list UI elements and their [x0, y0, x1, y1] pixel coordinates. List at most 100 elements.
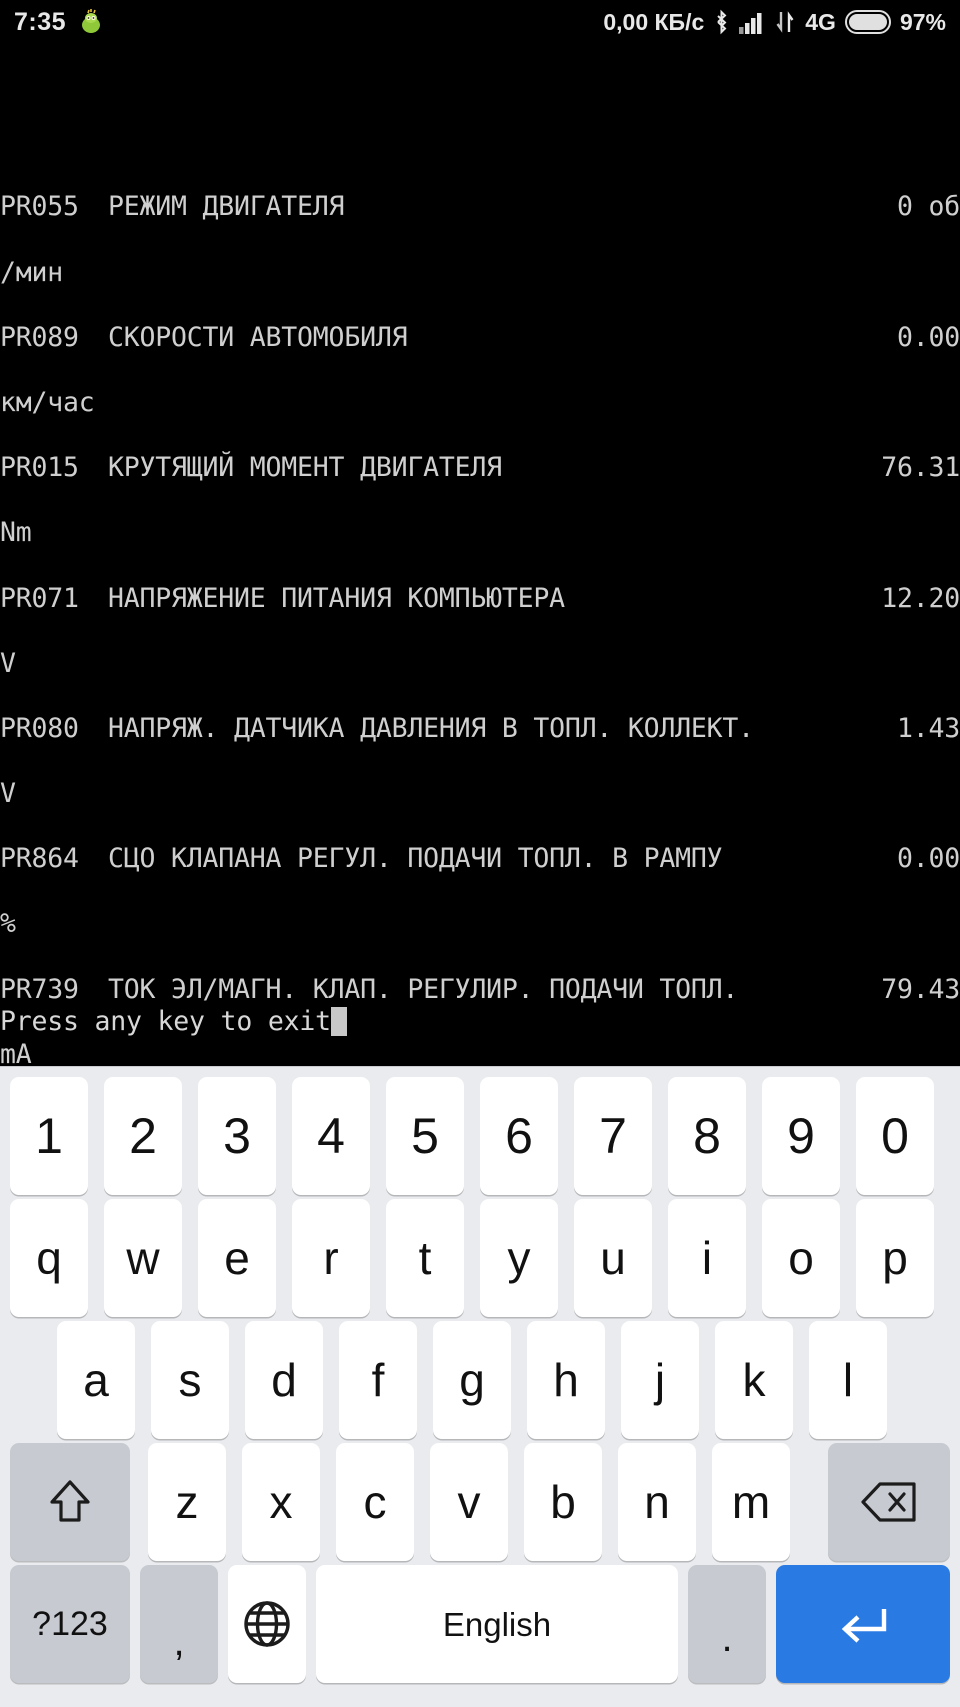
keyboard-row-function: ?123 , English . — [0, 1565, 960, 1685]
key-4-label: 4 — [317, 1108, 345, 1164]
backspace-icon — [860, 1480, 918, 1524]
network-speed-label: 0,00 КБ/с — [603, 8, 705, 35]
key-e[interactable]: e — [198, 1199, 276, 1317]
key-y[interactable]: y — [480, 1199, 558, 1317]
terminal-line: PR080 НАПРЯЖ. ДАТЧИКА ДАВЛЕНИЯ В ТОПЛ. КО… — [0, 696, 960, 761]
terminal-line-value: 0 об — [896, 191, 960, 223]
bottom-letter-keys: zxcvbnm — [140, 1443, 820, 1561]
terminal-line-unit: V — [0, 647, 16, 679]
key-x-label: x — [269, 1476, 293, 1528]
keyboard-row-top: q wert yuiop — [0, 1199, 960, 1319]
terminal-output[interactable]: PR055 РЕЖИМ ДВИГАТЕЛЯ 0 об/мин PR089 СКОРОСТ… — [0, 44, 960, 1066]
key-s-label: s — [178, 1354, 202, 1406]
terminal-line-unit: % — [0, 908, 16, 940]
terminal-line-value: 0.00 — [896, 321, 960, 353]
key-l[interactable]: l — [809, 1321, 887, 1439]
terminal-line-code: PR080 — [0, 712, 79, 744]
key-r[interactable]: r — [292, 1199, 370, 1317]
key-u[interactable]: u — [574, 1199, 652, 1317]
key-m[interactable]: m — [712, 1443, 790, 1561]
block-cursor-icon — [330, 1007, 347, 1036]
exit-prompt-text: Press any key to exit — [0, 1006, 331, 1037]
key-l-label: l — [842, 1354, 854, 1406]
key-a[interactable]: a — [57, 1321, 135, 1439]
key-y-label: y — [507, 1232, 531, 1284]
spacebar-key[interactable]: English — [316, 1565, 678, 1683]
terminal-line-unit: Nm — [0, 517, 32, 549]
key-q-label: q — [36, 1232, 62, 1284]
key-k-label: k — [742, 1354, 766, 1406]
terminal-line-unit: км/час — [0, 386, 95, 418]
status-bar-left: 7:35 — [14, 8, 104, 37]
terminal-line-value: 76.31 — [881, 452, 960, 484]
key-9[interactable]: 9 — [762, 1077, 840, 1195]
key-z[interactable]: z — [148, 1443, 226, 1561]
key-0[interactable]: 0 — [856, 1077, 934, 1195]
terminal-line-unit: /мин — [0, 256, 64, 288]
terminal-line-value: 12.20 — [881, 582, 960, 614]
language-switch-key[interactable] — [228, 1565, 306, 1683]
key-f[interactable]: f — [339, 1321, 417, 1439]
network-type-label: 4G — [805, 8, 836, 35]
key-6[interactable]: 6 — [480, 1077, 558, 1195]
status-bar-right: 0,00 КБ/с 4G 97% — [603, 9, 946, 36]
enter-key[interactable] — [776, 1565, 950, 1683]
backspace-key[interactable] — [828, 1443, 950, 1561]
key-x[interactable]: x — [242, 1443, 320, 1561]
clock: 7:35 — [14, 7, 67, 36]
key-j[interactable]: j — [621, 1321, 699, 1439]
key-q[interactable]: q — [10, 1199, 88, 1317]
key-8[interactable]: 8 — [668, 1077, 746, 1195]
key-g-label: g — [459, 1354, 485, 1406]
shift-key[interactable] — [10, 1443, 130, 1561]
period-key-label: . — [721, 1616, 733, 1660]
key-i[interactable]: i — [668, 1199, 746, 1317]
key-3[interactable]: 3 — [198, 1077, 276, 1195]
key-v-label: v — [457, 1476, 481, 1528]
key-s[interactable]: s — [151, 1321, 229, 1439]
key-1[interactable]: 1 — [10, 1077, 88, 1195]
terminal-line-value: 1.43 — [896, 712, 960, 744]
key-w[interactable]: w — [104, 1199, 182, 1317]
key-v[interactable]: v — [430, 1443, 508, 1561]
key-o[interactable]: o — [762, 1199, 840, 1317]
terminal-line-description: НАПРЯЖ. ДАТЧИКА ДАВЛЕНИЯ В ТОПЛ. КОЛЛЕКТ… — [108, 712, 754, 744]
terminal-line-unit: V — [0, 778, 16, 810]
key-9-label: 9 — [787, 1108, 815, 1164]
terminal-line: PR015 КРУТЯЩИЙ МОМЕНТ ДВИГАТЕЛЯ 76.31 — [0, 435, 960, 500]
key-a-label: a — [83, 1354, 109, 1406]
key-p[interactable]: p — [856, 1199, 934, 1317]
terminal-line-value: 0.00 — [896, 843, 960, 875]
data-updown-arrows-icon — [776, 10, 796, 34]
key-k[interactable]: k — [715, 1321, 793, 1439]
period-key[interactable]: . — [688, 1565, 766, 1683]
key-t[interactable]: t — [386, 1199, 464, 1317]
key-c[interactable]: c — [336, 1443, 414, 1561]
key-8-label: 8 — [693, 1108, 721, 1164]
key-h-label: h — [553, 1354, 579, 1406]
key-g[interactable]: g — [433, 1321, 511, 1439]
terminal-line-wrap: км/час — [0, 370, 960, 435]
key-5-label: 5 — [411, 1108, 439, 1164]
key-o-label: o — [788, 1232, 814, 1284]
terminal-line-code: PR055 — [0, 191, 79, 223]
key-2[interactable]: 2 — [104, 1077, 182, 1195]
key-b[interactable]: b — [524, 1443, 602, 1561]
key-n[interactable]: n — [618, 1443, 696, 1561]
key-7[interactable]: 7 — [574, 1077, 652, 1195]
on-screen-keyboard[interactable]: 1 2 3 4 5 6 7 8 9 0 q w e r t y u i o p a s d f g h j k l z x c v b n m — [0, 1066, 960, 1707]
key-t-label: t — [418, 1232, 432, 1284]
key-5[interactable]: 5 — [386, 1077, 464, 1195]
comma-key[interactable]: , — [140, 1565, 218, 1683]
key-w-label: w — [126, 1232, 160, 1284]
symbols-key[interactable]: ?123 — [10, 1565, 130, 1683]
key-4[interactable]: 4 — [292, 1077, 370, 1195]
terminal-line: PR089 СКОРОСТИ АВТОМОБИЛЯ 0.00 — [0, 305, 960, 370]
key-h[interactable]: h — [527, 1321, 605, 1439]
terminal-line-code: PR015 — [0, 452, 79, 484]
key-d[interactable]: d — [245, 1321, 323, 1439]
keyboard-row-numbers: 1 2 3 4 5 6 7 8 9 0 — [0, 1077, 960, 1197]
terminal-line-code: PR089 — [0, 321, 79, 353]
terminal-line-wrap: /мин — [0, 240, 960, 305]
key-6-label: 6 — [505, 1108, 533, 1164]
